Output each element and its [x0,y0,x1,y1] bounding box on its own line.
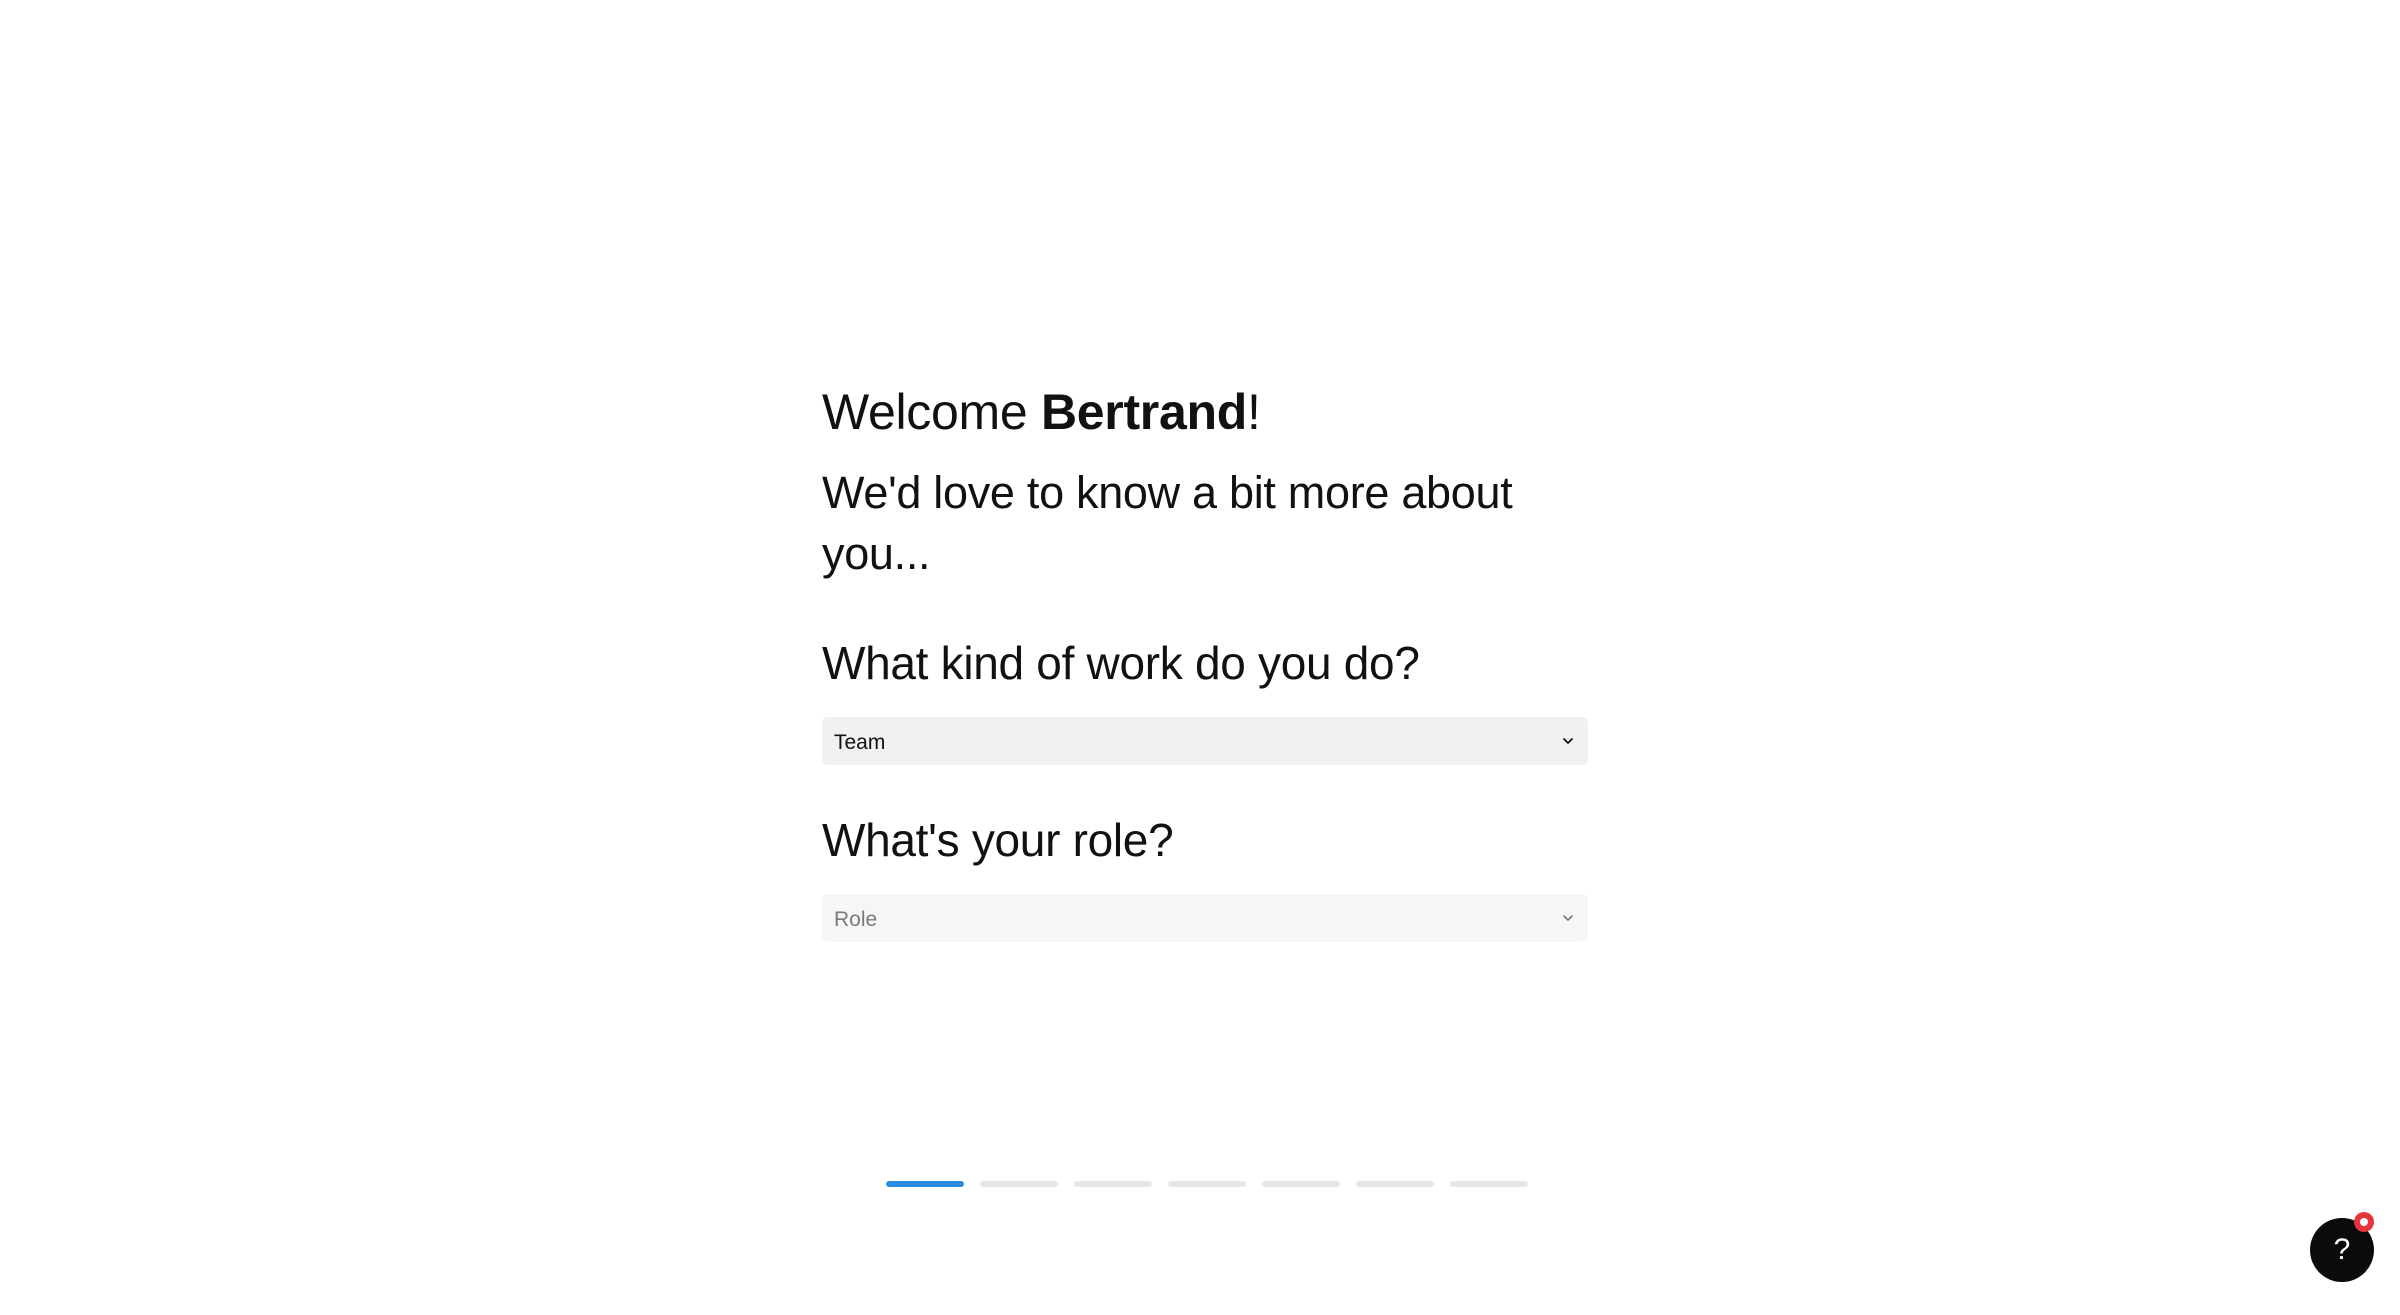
welcome-punctuation: ! [1246,384,1261,440]
work-type-select[interactable]: Team [822,717,1588,766]
onboarding-form: Welcome Bertrand! We'd love to know a bi… [822,370,1588,943]
help-notification-badge [2354,1212,2374,1232]
onboarding-page: Welcome Bertrand! We'd love to know a bi… [0,0,2400,1315]
progress-step-1 [886,1181,964,1187]
onboarding-progress [886,1181,1528,1187]
welcome-subtitle: We'd love to know a bit more about you..… [822,467,1513,579]
chevron-down-icon [1560,733,1576,749]
welcome-heading: Welcome Bertrand! [822,382,1588,442]
user-name: Bertrand [1040,384,1247,440]
progress-step-6 [1356,1181,1434,1187]
progress-step-2 [980,1181,1058,1187]
work-question-label: What kind of work do you do? [822,637,1420,689]
progress-step-5 [1262,1181,1340,1187]
chevron-down-icon [1560,910,1576,926]
role-question-label: What's your role? [822,814,1174,867]
question-mark-icon: ? [2333,1233,2351,1266]
role-select[interactable]: Role [822,894,1588,943]
progress-step-4 [1168,1181,1246,1187]
work-type-selected-value: Team [834,731,886,755]
welcome-greeting: Welcome [822,384,1028,440]
role-select-placeholder: Role [834,908,878,932]
progress-step-3 [1074,1181,1152,1187]
progress-step-7 [1450,1181,1528,1187]
